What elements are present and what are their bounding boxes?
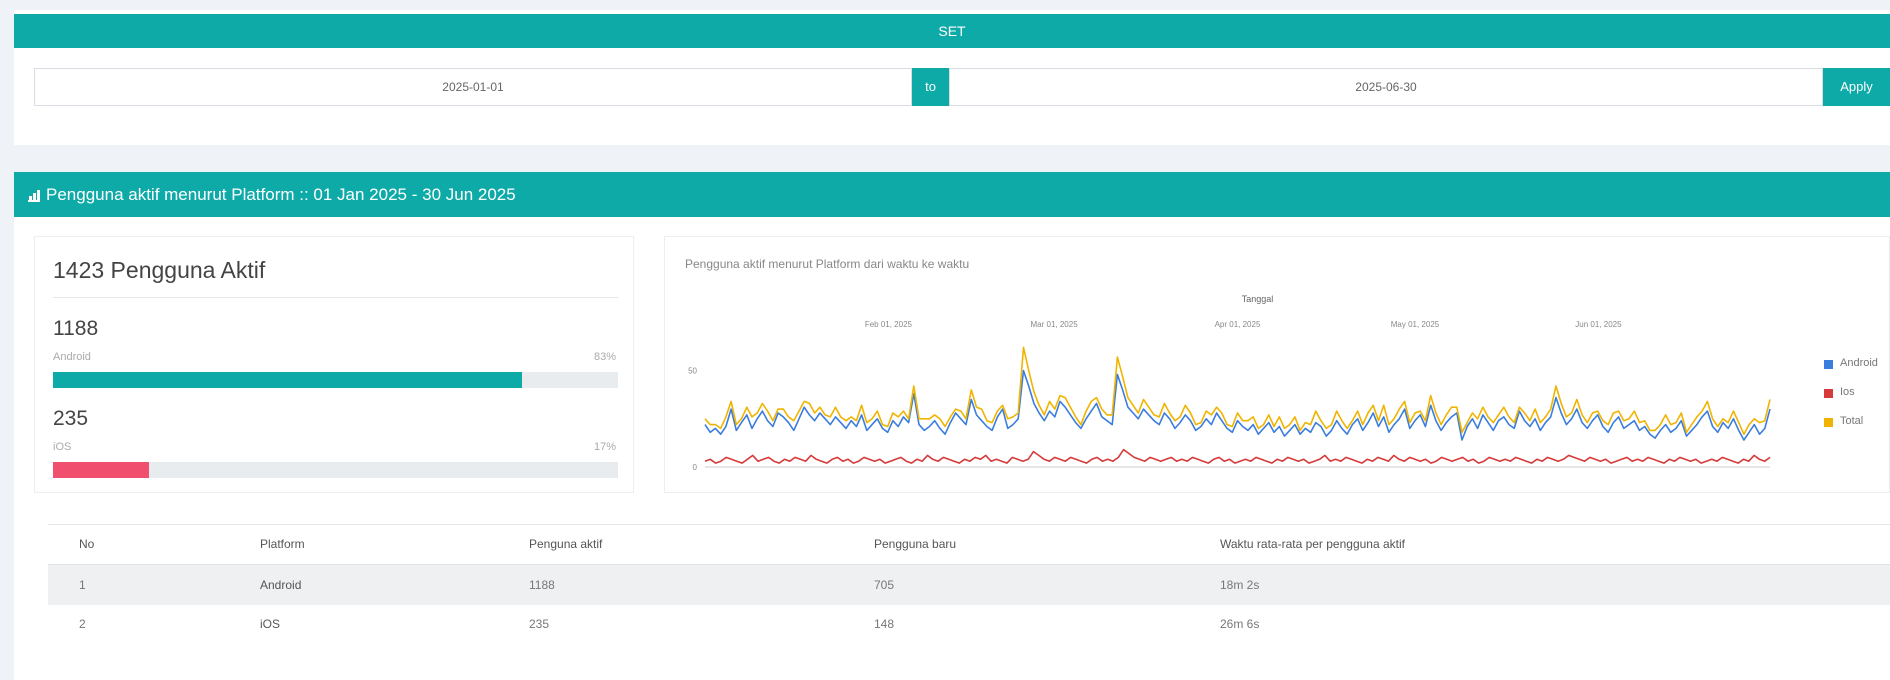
col-pengguna-baru: Pengguna baru	[874, 537, 957, 551]
start-date-input[interactable]: 2025-01-01	[34, 68, 912, 106]
bar-chart-icon	[28, 172, 40, 217]
legend-ios[interactable]: Ios	[1824, 386, 1855, 398]
table-header: No Platform Penguna aktif Pengguna baru …	[48, 524, 1890, 564]
set-header: SET	[14, 14, 1890, 48]
table-row: 1 Android 1188 705 18m 2s	[48, 564, 1890, 605]
ios-percent: 17%	[593, 441, 616, 453]
cell-waktu: 26m 6s	[1220, 617, 1260, 631]
cell-no: 1	[79, 578, 86, 592]
android-label: Android	[53, 351, 91, 363]
cell-no: 2	[79, 617, 86, 631]
cell-penguna-aktif: 1188	[529, 578, 555, 592]
divider	[53, 297, 618, 298]
total-swatch	[1824, 418, 1833, 427]
to-label: to	[912, 68, 949, 106]
cell-penguna-aktif: 235	[529, 617, 550, 631]
section-title: Pengguna aktif menurut Platform :: 01 Ja…	[46, 185, 516, 204]
series-line-android	[704, 369, 1771, 441]
x-tick-label: Jun 01, 2025	[1575, 320, 1622, 329]
ios-swatch	[1824, 389, 1833, 398]
chart-card: Pengguna aktif menurut Platform dari wak…	[664, 236, 1890, 493]
line-chart: Tanggal Feb 01, 2025 Mar 01, 2025 Apr 01, 2…	[688, 294, 1771, 472]
cell-waktu: 18m 2s	[1220, 578, 1260, 592]
x-tick-label: Mar 01, 2025	[1031, 320, 1079, 329]
legend-android-label: Android	[1840, 357, 1878, 369]
x-tick-label: May 01, 2025	[1391, 320, 1440, 329]
legend-ios-label: Ios	[1840, 386, 1855, 398]
y-tick-label: 0	[693, 463, 698, 472]
x-axis-title: Tanggal	[1242, 294, 1274, 304]
android-percent: 83%	[593, 351, 616, 363]
total-active-users: 1423 Pengguna Aktif	[53, 257, 266, 283]
android-count: 1188	[53, 317, 99, 340]
cell-platform: iOS	[260, 617, 281, 631]
ios-count: 235	[53, 407, 89, 430]
ios-label: iOS	[53, 441, 72, 453]
ios-progress	[53, 462, 618, 478]
cell-pengguna-baru: 705	[874, 578, 895, 592]
android-progress	[53, 372, 618, 388]
y-tick-label: 50	[688, 367, 697, 376]
table-row: 2 iOS 235 148 26m 6s	[48, 604, 1890, 644]
col-penguna-aktif: Penguna aktif	[529, 537, 603, 551]
cell-pengguna-baru: 148	[874, 617, 895, 631]
legend-android[interactable]: Android	[1824, 357, 1878, 369]
android-swatch	[1824, 360, 1833, 369]
x-tick-label: Apr 01, 2025	[1215, 320, 1261, 329]
set-title: SET	[938, 23, 966, 39]
series-line-ios	[704, 448, 1771, 464]
legend-total-label: Total	[1840, 415, 1864, 427]
legend-total[interactable]: Total	[1824, 415, 1864, 427]
section-header: Pengguna aktif menurut Platform :: 01 Ja…	[14, 172, 1890, 217]
summary-card: 1423 Pengguna Aktif 1188 Android 83% 235…	[34, 236, 634, 493]
col-platform: Platform	[260, 537, 305, 551]
android-progress-fill	[53, 372, 522, 388]
x-tick-label: Feb 01, 2025	[865, 320, 913, 329]
end-date-input[interactable]: 2025-06-30	[949, 68, 1823, 106]
ios-progress-fill	[53, 462, 150, 478]
col-waktu-rata-rata: Waktu rata-rata per pengguna aktif	[1220, 537, 1405, 551]
cell-platform: Android	[260, 578, 302, 592]
apply-button[interactable]: Apply	[1823, 68, 1890, 106]
col-no: No	[79, 537, 95, 551]
